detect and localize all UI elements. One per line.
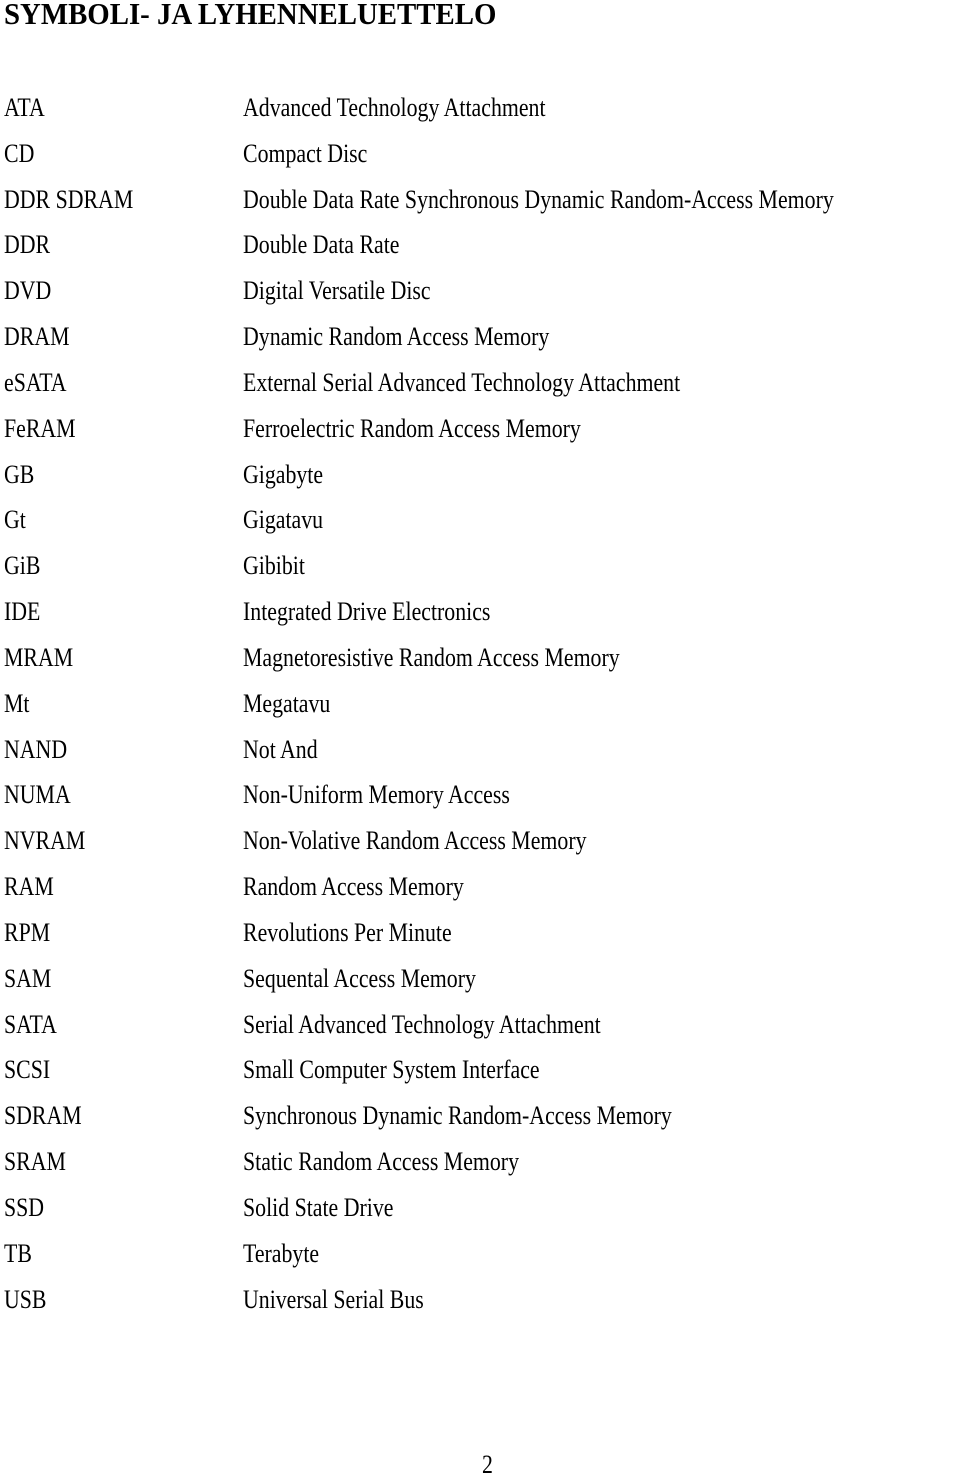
abbreviation-row: USB Universal Serial Bus bbox=[0, 1280, 960, 1326]
abbreviation-definition: Double Data Rate Synchronous Dynamic Ran… bbox=[243, 184, 834, 214]
abbreviation-term: DVD bbox=[4, 276, 52, 306]
abbreviation-term: FeRAM bbox=[4, 413, 76, 443]
abbreviation-definition: Integrated Drive Electronics bbox=[243, 597, 491, 627]
abbreviation-row: RAM Random Access Memory bbox=[0, 867, 960, 913]
abbreviation-term: SDRAM bbox=[4, 1101, 82, 1131]
abbreviation-row: NUMA Non-Uniform Memory Access bbox=[0, 775, 960, 821]
abbreviation-row: DDR Double Data Rate bbox=[0, 225, 960, 271]
abbreviation-term: NVRAM bbox=[4, 826, 86, 856]
abbreviation-term: MRAM bbox=[4, 642, 74, 672]
abbreviation-row: CD Compact Disc bbox=[0, 134, 960, 180]
abbreviation-definition: Sequental Access Memory bbox=[243, 963, 476, 993]
abbreviation-row: ATA Advanced Technology Attachment bbox=[0, 88, 960, 134]
abbreviation-term: DDR bbox=[4, 230, 51, 260]
abbreviation-row: Gt Gigatavu bbox=[0, 500, 960, 546]
abbreviation-row: FeRAM Ferroelectric Random Access Memory bbox=[0, 409, 960, 455]
abbreviation-term: RAM bbox=[4, 872, 54, 902]
abbreviation-term: SCSI bbox=[4, 1055, 51, 1085]
abbreviation-row: GB Gigabyte bbox=[0, 455, 960, 501]
abbreviation-row: NVRAM Non-Volative Random Access Memory bbox=[0, 821, 960, 867]
abbreviation-row: MRAM Magnetoresistive Random Access Memor… bbox=[0, 638, 960, 684]
abbreviation-definition: Solid State Drive bbox=[243, 1192, 394, 1222]
abbreviation-definition: Gigabyte bbox=[243, 459, 324, 489]
abbreviation-term: SRAM bbox=[4, 1147, 66, 1177]
abbreviation-term: eSATA bbox=[4, 367, 67, 397]
abbreviation-list: ATA Advanced Technology Attachment CD Compa… bbox=[0, 88, 960, 1325]
abbreviation-definition: Revolutions Per Minute bbox=[243, 917, 452, 947]
abbreviation-row: TB Terabyte bbox=[0, 1234, 960, 1280]
abbreviation-definition: External Serial Advanced Technology Atta… bbox=[243, 367, 681, 397]
abbreviation-term: RPM bbox=[4, 917, 51, 947]
abbreviation-term: SATA bbox=[4, 1009, 57, 1039]
abbreviation-term: USB bbox=[4, 1284, 47, 1314]
page-number: 2 bbox=[482, 1450, 493, 1479]
abbreviation-definition: Serial Advanced Technology Attachment bbox=[243, 1009, 601, 1039]
abbreviation-definition: Universal Serial Bus bbox=[243, 1284, 424, 1314]
abbreviation-definition: Dynamic Random Access Memory bbox=[243, 322, 550, 352]
abbreviation-row: eSATA External Serial Advanced Technology… bbox=[0, 363, 960, 409]
abbreviation-term: IDE bbox=[4, 597, 41, 627]
abbreviation-row: Mt Megatavu bbox=[0, 684, 960, 730]
abbreviation-term: ATA bbox=[4, 93, 45, 122]
abbreviation-term: DRAM bbox=[4, 322, 70, 352]
abbreviation-term: NUMA bbox=[4, 780, 71, 810]
abbreviation-term: TB bbox=[4, 1238, 32, 1268]
abbreviation-row: SCSI Small Computer System Interface bbox=[0, 1050, 960, 1096]
abbreviation-term: CD bbox=[4, 138, 35, 168]
abbreviation-row: SATA Serial Advanced Technology Attachmen… bbox=[0, 1005, 960, 1051]
abbreviation-definition: Gigatavu bbox=[243, 505, 324, 535]
abbreviation-term: NAND bbox=[4, 734, 68, 764]
abbreviation-definition: Advanced Technology Attachment bbox=[243, 93, 546, 122]
abbreviation-row: SSD Solid State Drive bbox=[0, 1188, 960, 1234]
abbreviation-definition: Gibibit bbox=[243, 551, 305, 581]
abbreviation-row: NAND Not And bbox=[0, 730, 960, 776]
abbreviation-row: IDE Integrated Drive Electronics bbox=[0, 592, 960, 638]
abbreviation-row: RPM Revolutions Per Minute bbox=[0, 913, 960, 959]
abbreviation-definition: Double Data Rate bbox=[243, 230, 400, 260]
abbreviation-term: Gt bbox=[4, 505, 26, 535]
abbreviation-term: GiB bbox=[4, 551, 41, 581]
abbreviation-term: DDR SDRAM bbox=[4, 184, 134, 214]
abbreviation-row: SAM Sequental Access Memory bbox=[0, 959, 960, 1005]
abbreviation-definition: Static Random Access Memory bbox=[243, 1147, 519, 1177]
abbreviation-definition: Non-Uniform Memory Access bbox=[243, 780, 510, 810]
abbreviation-row: DDR SDRAM Double Data Rate Synchronous Dy… bbox=[0, 180, 960, 226]
abbreviation-definition: Not And bbox=[243, 734, 318, 764]
abbreviation-row: SRAM Static Random Access Memory bbox=[0, 1142, 960, 1188]
abbreviation-row: DRAM Dynamic Random Access Memory bbox=[0, 317, 960, 363]
abbreviation-definition: Ferroelectric Random Access Memory bbox=[243, 413, 581, 443]
abbreviation-term: GB bbox=[4, 459, 35, 489]
abbreviation-definition: Synchronous Dynamic Random-Access Memory bbox=[243, 1101, 672, 1131]
abbreviation-definition: Small Computer System Interface bbox=[243, 1055, 540, 1085]
abbreviation-definition: Compact Disc bbox=[243, 138, 368, 168]
abbreviation-definition: Random Access Memory bbox=[243, 872, 464, 902]
abbreviation-term: SAM bbox=[4, 963, 52, 993]
abbreviation-term: Mt bbox=[4, 688, 30, 718]
abbreviation-definition: Megatavu bbox=[243, 688, 331, 718]
abbreviation-definition: Digital Versatile Disc bbox=[243, 276, 431, 306]
abbreviation-definition: Non-Volative Random Access Memory bbox=[243, 826, 587, 856]
abbreviation-row: SDRAM Synchronous Dynamic Random-Access M… bbox=[0, 1096, 960, 1142]
abbreviation-definition: Magnetoresistive Random Access Memory bbox=[243, 642, 620, 672]
abbreviation-term: SSD bbox=[4, 1192, 45, 1222]
abbreviation-row: GiB Gibibit bbox=[0, 546, 960, 592]
abbreviation-row: DVD Digital Versatile Disc bbox=[0, 271, 960, 317]
abbreviation-definition: Terabyte bbox=[243, 1238, 320, 1268]
page-title: SYMBOLI- JA LYHENNELUETTELO bbox=[4, 0, 497, 31]
